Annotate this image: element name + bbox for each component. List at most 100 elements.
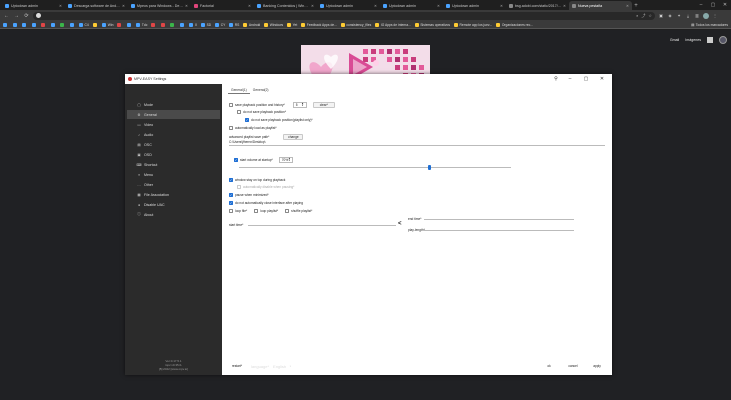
sidebar-item-disable-uac[interactable]: ● Disable UAC: [127, 200, 220, 209]
end-time-field[interactable]: [424, 214, 574, 220]
sidebar-item-general[interactable]: ⚙ General: [127, 110, 220, 119]
sidebar-item-other[interactable]: … Other: [127, 180, 220, 189]
sidebar-item-video[interactable]: ▭ Video: [127, 120, 220, 129]
forward-button[interactable]: →: [13, 12, 20, 19]
apply-button[interactable]: apply: [587, 363, 607, 369]
bookmark-item[interactable]: Feedback Apps de...: [301, 22, 337, 27]
bookmark-item[interactable]: [92, 22, 99, 27]
close-tab-icon[interactable]: ✕: [500, 4, 503, 8]
start-time-field[interactable]: [248, 220, 396, 226]
browser-tab[interactable]: Nueva pestaña ✕: [569, 1, 632, 10]
bookmark-item[interactable]: Organizaciones rec...: [496, 22, 533, 27]
bookmark-item[interactable]: RS: [229, 22, 239, 27]
reading-list-icon[interactable]: ▥: [694, 13, 700, 19]
bookmark-item[interactable]: Tdc: [136, 22, 147, 27]
bookmark-item[interactable]: SD: [201, 22, 211, 27]
bookmark-item[interactable]: X: [189, 22, 197, 27]
shuffle-playlist-checkbox[interactable]: [285, 209, 290, 213]
close-tab-icon[interactable]: ✕: [185, 4, 188, 8]
translate-icon[interactable]: ◈: [667, 13, 673, 19]
back-button[interactable]: ←: [3, 12, 10, 19]
sidebar-item-about[interactable]: ⓘ About: [127, 210, 220, 219]
play-length-field[interactable]: [424, 225, 574, 231]
start-volume-slider[interactable]: [239, 167, 511, 168]
bookmark-item[interactable]: [41, 22, 47, 27]
auto-load-playlist-checkbox[interactable]: [229, 126, 233, 130]
bookmark-item[interactable]: CY: [215, 22, 225, 27]
bookmark-item[interactable]: [3, 22, 9, 27]
history-count-spinbox[interactable]: 5 ▲ ▼: [292, 102, 307, 108]
browser-tab[interactable]: Factorial ✕: [191, 1, 254, 10]
tab-general-2[interactable]: General(2): [250, 87, 272, 94]
bookmark-item[interactable]: IG Apps de interna...: [375, 22, 411, 27]
close-tab-icon[interactable]: ✕: [626, 4, 629, 8]
sidebar-item-menu[interactable]: ≡ Menu: [127, 170, 220, 179]
playlist-path-field[interactable]: C:\Users\jfhernn\Desktop\: [229, 140, 605, 146]
bookmark-item[interactable]: C4: [79, 22, 89, 27]
extension-icon[interactable]: ▣: [658, 13, 664, 19]
sidebar-item-mode[interactable]: ▢ Mode: [127, 100, 220, 109]
search-icon[interactable]: ⌕: [636, 13, 638, 18]
close-tab-icon[interactable]: ✕: [248, 4, 251, 8]
browser-tab[interactable]: bsg.adobi.com/static/2017/... ✕: [506, 1, 569, 10]
start-volume-checkbox[interactable]: ✓: [234, 158, 238, 162]
save-position-checkbox[interactable]: [229, 103, 233, 107]
minimize-dialog-button[interactable]: –: [563, 75, 577, 83]
sidebar-item-shortcut[interactable]: ⌨ Shortcut: [127, 160, 220, 169]
star-icon[interactable]: ☆: [648, 13, 652, 18]
bookmark-item[interactable]: [179, 22, 186, 27]
bookmark-item[interactable]: Sistemas operativos: [414, 22, 450, 27]
sidebar-item-audio[interactable]: ♪ Audio: [127, 130, 220, 139]
close-tab-icon[interactable]: ✕: [59, 4, 62, 8]
bookmark-item[interactable]: [60, 22, 66, 27]
bookmark-item[interactable]: Remote app los juez...: [454, 22, 492, 27]
browser-tab[interactable]: Banking Contenidos | Windo... ✕: [254, 1, 317, 10]
clear-history-button[interactable]: clear*: [312, 102, 335, 108]
cancel-button[interactable]: cancel: [563, 363, 583, 369]
tab-general-1[interactable]: General(1): [228, 87, 250, 94]
download-icon[interactable]: ⤓: [685, 13, 691, 19]
browser-tab[interactable]: Uptodown admin ✕: [380, 1, 443, 10]
bookmark-item[interactable]: [31, 22, 38, 27]
bookmark-item[interactable]: [160, 22, 167, 27]
address-bar[interactable]: ⌕ ⤴ ☆: [33, 11, 655, 20]
start-volume-spinbox[interactable]: 70% ▲ ▼: [278, 157, 293, 163]
bookmark-item[interactable]: [50, 22, 57, 27]
close-tab-icon[interactable]: ✕: [122, 4, 125, 8]
gmail-link[interactable]: Gmail: [670, 38, 679, 42]
spin-arrows-icon[interactable]: ▲ ▼: [301, 102, 303, 108]
bookmark-item[interactable]: [126, 22, 133, 27]
spin-arrows-icon[interactable]: ▲ ▼: [288, 157, 290, 163]
close-window-button[interactable]: ✕: [719, 0, 731, 9]
bookmark-item[interactable]: [69, 22, 76, 27]
browser-tab[interactable]: Uptodown admin ✕: [443, 1, 506, 10]
close-tab-icon[interactable]: ✕: [563, 4, 566, 8]
maximize-window-button[interactable]: ▢: [707, 0, 719, 9]
close-dialog-button[interactable]: ✕: [595, 75, 609, 83]
bookmark-item[interactable]: [22, 22, 28, 27]
menu-icon[interactable]: ⋮: [712, 13, 718, 19]
loop-playlist-checkbox[interactable]: [254, 209, 259, 213]
bookmark-item[interactable]: consistency_files: [340, 22, 371, 27]
pause-minimized-checkbox[interactable]: ✓: [229, 193, 233, 197]
all-bookmarks-button[interactable]: ▤ Todos los marcadores: [691, 23, 728, 27]
dialog-title-bar[interactable]: MPV-EASY Settings: [125, 74, 612, 84]
close-tab-icon[interactable]: ✕: [374, 4, 377, 8]
images-link[interactable]: Imágenes: [685, 38, 701, 42]
auto-disable-pause-checkbox[interactable]: [237, 185, 241, 189]
no-save-playlist-checkbox[interactable]: ✓: [245, 118, 249, 122]
bookmark-item[interactable]: [12, 22, 19, 27]
maximize-dialog-button[interactable]: ▢: [579, 75, 593, 83]
minimize-window-button[interactable]: –: [695, 0, 707, 9]
bookmark-item[interactable]: Win: [102, 22, 113, 27]
language-select[interactable]: English ▾: [271, 363, 294, 369]
google-account-avatar[interactable]: [719, 36, 727, 44]
share-icon[interactable]: ⤴: [641, 13, 645, 19]
bookmark-item[interactable]: Android: [243, 22, 260, 27]
bookmark-item[interactable]: Windows: [264, 22, 283, 27]
bookmark-item[interactable]: Yet: [287, 22, 297, 27]
new-tab-button[interactable]: +: [632, 1, 640, 10]
reload-button[interactable]: ⟳: [23, 12, 30, 19]
stay-on-top-checkbox[interactable]: ✓: [229, 178, 233, 182]
browser-tab[interactable]: Mpeos para Windows - Descar...✕: [128, 1, 191, 10]
